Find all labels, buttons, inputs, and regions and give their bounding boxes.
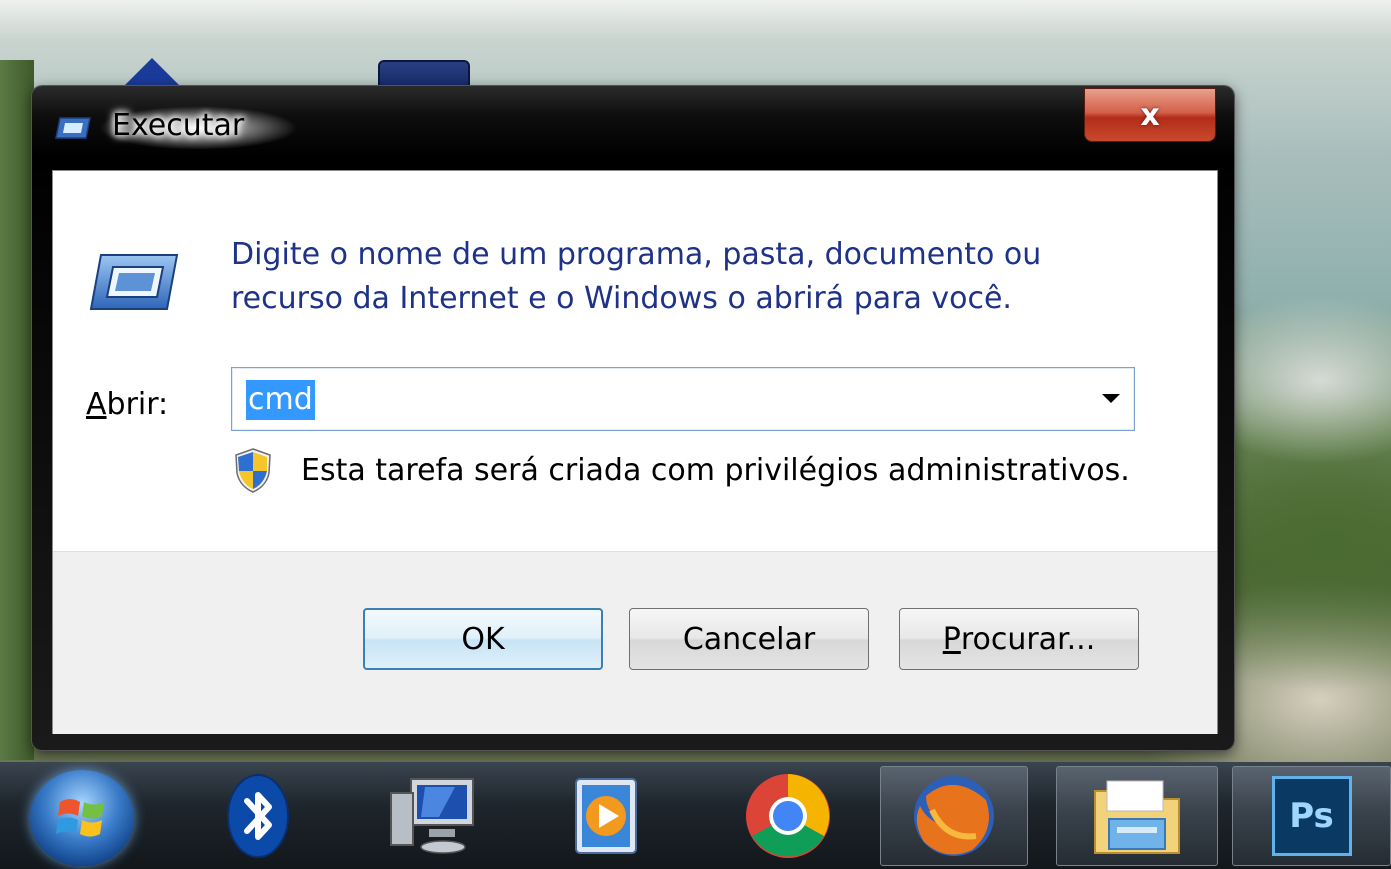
open-label-accelerator: A	[86, 387, 107, 422]
start-button[interactable]	[30, 770, 134, 866]
title-bar[interactable]: Executar x	[32, 86, 1234, 166]
windows-explorer-icon	[1094, 780, 1180, 854]
close-icon: x	[1140, 97, 1160, 133]
instruction-line-1: Digite o nome de um programa, pasta, doc…	[231, 237, 1042, 272]
instruction-text: Digite o nome de um programa, pasta, doc…	[231, 233, 1131, 321]
taskbar-network[interactable]	[378, 766, 488, 866]
taskbar: Ps	[0, 762, 1391, 869]
cancel-button[interactable]: Cancelar	[629, 608, 869, 670]
windows-logo-icon	[56, 799, 104, 837]
admin-notice: Esta tarefa será criada com privilégios …	[301, 453, 1130, 488]
open-input-value[interactable]: cmd	[246, 380, 315, 420]
bluetooth-icon	[227, 774, 289, 858]
photoshop-icon: Ps	[1271, 776, 1352, 856]
taskbar-bluetooth[interactable]	[210, 766, 306, 866]
taskbar-media-player[interactable]	[556, 766, 656, 866]
browse-button[interactable]: Procurar...	[899, 608, 1139, 670]
run-icon	[55, 117, 91, 139]
open-label: Abrir:	[86, 383, 168, 427]
taskbar-firefox[interactable]	[880, 766, 1028, 866]
button-bar: OK Cancelar Procurar...	[53, 551, 1217, 734]
network-computer-icon	[390, 778, 474, 854]
taskbar-chrome[interactable]	[738, 766, 838, 866]
media-player-icon	[575, 778, 637, 854]
taskbar-photoshop[interactable]: Ps	[1232, 766, 1391, 866]
open-combobox[interactable]: cmd	[231, 367, 1135, 431]
run-program-icon	[89, 254, 179, 310]
desktop-wallpaper-left	[0, 60, 34, 760]
ok-button[interactable]: OK	[363, 608, 603, 670]
dialog-body: Digite o nome de um programa, pasta, doc…	[52, 170, 1218, 734]
firefox-icon	[914, 776, 994, 856]
instruction-line-2: recurso da Internet e o Windows o abrirá…	[231, 281, 1012, 316]
window-title: Executar	[112, 108, 245, 143]
open-label-text: brir:	[106, 387, 169, 422]
photoshop-icon-label: Ps	[1289, 796, 1334, 836]
run-dialog-window: Executar x Digite o nome de um programa,…	[32, 86, 1234, 750]
uac-shield-icon	[235, 448, 271, 493]
taskbar-windows-explorer[interactable]	[1056, 766, 1218, 866]
browse-accelerator: P	[942, 621, 961, 657]
chevron-down-icon[interactable]	[1102, 394, 1120, 403]
browse-label: rocurar...	[960, 621, 1096, 657]
chrome-icon	[746, 774, 830, 858]
close-button[interactable]: x	[1084, 88, 1216, 142]
